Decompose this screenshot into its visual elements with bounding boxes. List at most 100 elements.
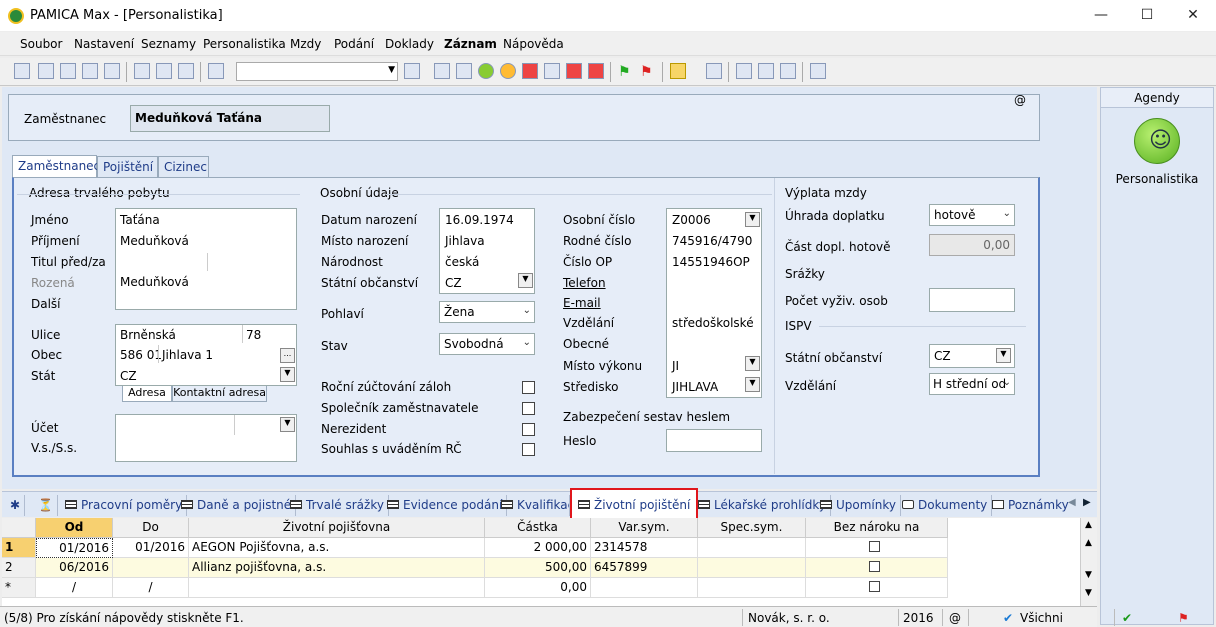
menu-zaznam[interactable]: Záznam: [444, 37, 497, 51]
menu-soubor[interactable]: Soubor: [20, 37, 62, 51]
exempt-checkbox[interactable]: [869, 561, 880, 572]
maiden-name-value[interactable]: Meduňková: [120, 275, 189, 289]
cell-bez-naroku[interactable]: [806, 578, 948, 598]
ispv-citizenship-select[interactable]: CZ ▼: [929, 344, 1015, 368]
cell-specsym[interactable]: [698, 578, 806, 598]
tab-adresa[interactable]: Adresa: [122, 386, 172, 402]
birth-place-value[interactable]: Jihlava: [445, 234, 485, 248]
menu-doklady[interactable]: Doklady: [385, 37, 434, 51]
col-od[interactable]: Od: [36, 518, 113, 538]
tab-kvalifikace[interactable]: Kvalifikace: [497, 495, 570, 516]
country-value[interactable]: CZ: [120, 369, 137, 383]
ids-box[interactable]: Z0006 ▼ 745916/4790 14551946OP středoško…: [666, 208, 762, 398]
help-icon[interactable]: [810, 63, 826, 79]
table-row[interactable]: 1 01/2016 01/2016 AEGON Pojišťovna, a.s.…: [2, 538, 948, 558]
tool-icon[interactable]: [780, 63, 796, 79]
folder-icon[interactable]: [670, 63, 686, 79]
gender-select[interactable]: Žena ⌄: [439, 301, 535, 323]
ispv-education-select[interactable]: H střední od ⌄: [929, 373, 1015, 395]
email-link[interactable]: E-mail: [563, 296, 601, 310]
menu-mzdy[interactable]: Mzdy: [290, 37, 321, 51]
more-button[interactable]: ...: [280, 348, 295, 363]
col-pojistovna[interactable]: Životní pojišťovna: [189, 518, 485, 538]
print-icon[interactable]: [60, 63, 76, 79]
tab-cizinec[interactable]: Cizinec: [158, 156, 209, 178]
password-input[interactable]: [666, 429, 762, 452]
table-row-new[interactable]: * / / 0,00: [2, 578, 948, 598]
tool-icon[interactable]: [38, 63, 54, 79]
cell-varsym[interactable]: [591, 578, 698, 598]
tab-kontaktni-adresa[interactable]: Kontaktní adresa: [172, 386, 267, 402]
cell-pojistovna[interactable]: [189, 578, 485, 598]
citizenship-value[interactable]: CZ: [445, 276, 462, 290]
tool-m-icon[interactable]: [588, 63, 604, 79]
workplace-value[interactable]: JI: [672, 359, 679, 373]
birth-number-value[interactable]: 745916/4790: [672, 234, 752, 248]
exempt-checkbox[interactable]: [869, 581, 880, 592]
annual-settlement-checkbox[interactable]: [522, 381, 535, 394]
tool-icon[interactable]: [736, 63, 752, 79]
education-value[interactable]: středoškolské: [672, 316, 754, 330]
save-all-icon[interactable]: [178, 63, 194, 79]
scroll-down-icon[interactable]: ▼: [1085, 570, 1092, 580]
tool-icon[interactable]: [758, 63, 774, 79]
personal-number-value[interactable]: Z0006: [672, 213, 711, 227]
dropdown-button[interactable]: ▼: [518, 273, 533, 288]
preview-icon[interactable]: [82, 63, 98, 79]
star-icon[interactable]: ✱: [6, 495, 26, 516]
cell-do[interactable]: /: [113, 578, 189, 598]
tab-upominky[interactable]: Upomínky: [816, 495, 901, 516]
tab-dokumenty[interactable]: Dokumenty: [898, 495, 993, 516]
cell-varsym[interactable]: 2314578: [591, 538, 698, 558]
cell-do[interactable]: 01/2016: [113, 538, 189, 558]
dropdown-button[interactable]: ▼: [745, 377, 760, 392]
dropdown-button[interactable]: ▼: [280, 367, 295, 382]
cell-od[interactable]: /: [36, 578, 113, 598]
marital-status-select[interactable]: Svobodná ⌄: [439, 333, 535, 355]
cell-bez-naroku[interactable]: [806, 538, 948, 558]
grid-icon[interactable]: [706, 63, 722, 79]
scroll-up-icon[interactable]: ▲: [1085, 538, 1092, 548]
first-name-value[interactable]: Taťána: [120, 213, 160, 227]
birth-date-value[interactable]: 16.09.1974: [445, 213, 514, 227]
dependents-input[interactable]: [929, 288, 1015, 312]
cell-castka[interactable]: 2 000,00: [485, 538, 591, 558]
nationality-value[interactable]: česká: [445, 255, 479, 269]
street-value[interactable]: Brněnská: [120, 328, 176, 342]
house-number-value[interactable]: 78: [246, 328, 261, 342]
person-icon[interactable]: [500, 63, 516, 79]
scroll-down-icon[interactable]: ▼: [1085, 588, 1092, 598]
account-box[interactable]: ▼: [115, 414, 297, 462]
dropdown-button[interactable]: ▼: [745, 356, 760, 371]
cell-castka[interactable]: 0,00: [485, 578, 591, 598]
filter-icon[interactable]: ⏳: [34, 495, 58, 516]
menu-nastaveni[interactable]: Nastavení: [74, 37, 134, 51]
menu-podani[interactable]: Podání: [334, 37, 374, 51]
cell-pojistovna[interactable]: AEGON Pojišťovna, a.s.: [189, 538, 485, 558]
person-icon[interactable]: [478, 63, 494, 79]
col-castka[interactable]: Částka: [485, 518, 591, 538]
cell-specsym[interactable]: [698, 538, 806, 558]
cell-varsym[interactable]: 6457899: [591, 558, 698, 578]
personalistika-agenda-icon[interactable]: ☺: [1134, 118, 1180, 164]
partner-checkbox[interactable]: [522, 402, 535, 415]
dropdown-button[interactable]: ▼: [280, 417, 295, 432]
tool-m-icon[interactable]: [566, 63, 582, 79]
city-value[interactable]: Jihlava 1: [162, 348, 213, 362]
maximize-button[interactable]: ☐: [1124, 0, 1170, 31]
tool-icon[interactable]: [456, 63, 472, 79]
col-specsym[interactable]: Spec.sym.: [698, 518, 806, 538]
minimize-button[interactable]: —: [1078, 0, 1124, 31]
tab-trvale-srazky[interactable]: Trvalé srážky: [286, 495, 389, 516]
tab-evidence-podani[interactable]: Evidence podání: [383, 495, 508, 516]
agenda-label[interactable]: Personalistika: [1101, 172, 1213, 186]
col-do[interactable]: Do: [113, 518, 189, 538]
tab-pracovni-pomery[interactable]: Pracovní poměry: [61, 495, 188, 516]
filter-icon[interactable]: [404, 63, 420, 79]
cell-bez-naroku[interactable]: [806, 558, 948, 578]
dropdown-button[interactable]: ▼: [745, 212, 760, 227]
tab-poznamky[interactable]: Poznámky: [988, 495, 1070, 516]
tab-pojisteni[interactable]: Pojištění: [97, 156, 158, 178]
center-value[interactable]: JIHLAVA: [672, 380, 718, 394]
tab-scroll-left-icon[interactable]: ◀: [1068, 497, 1076, 508]
